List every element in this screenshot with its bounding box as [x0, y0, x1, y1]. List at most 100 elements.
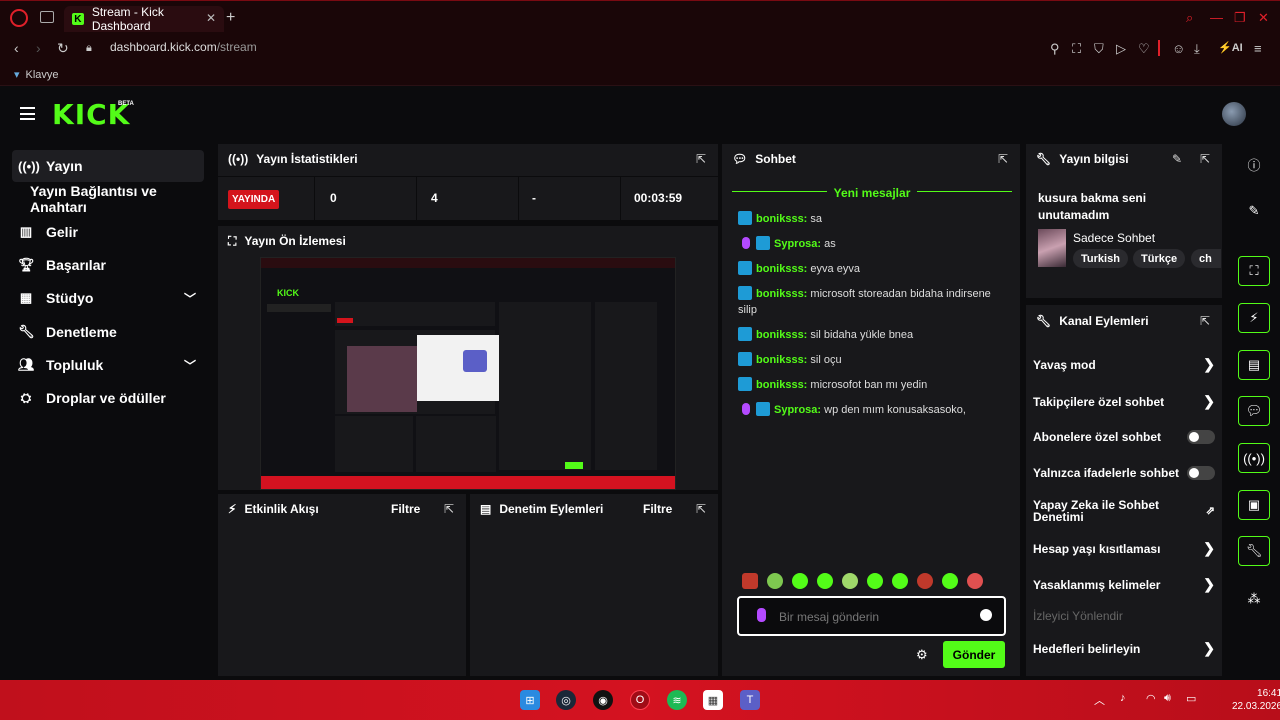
sidebar-item-denetleme[interactable]: 🔧︎ Denetleme — [12, 316, 204, 348]
hamburger-menu-icon[interactable] — [20, 107, 35, 120]
tag-chip[interactable]: Turkish — [1073, 249, 1128, 268]
emote-icon[interactable] — [817, 573, 833, 589]
restore-icon[interactable]: ❐ — [1234, 10, 1246, 26]
volume-icon[interactable]: 🔊︎ — [1164, 692, 1171, 705]
sidebar-item-droplar[interactable]: ⛭ Droplar ve ödüller — [12, 382, 204, 414]
chat-message-input[interactable] — [779, 608, 969, 626]
vpn-shield-icon[interactable]: ⛉ — [1094, 41, 1104, 57]
download-icon[interactable]: ⤓ — [1194, 41, 1200, 57]
emote-only-toggle[interactable] — [1187, 466, 1215, 480]
tag-chip[interactable]: Türkçe — [1133, 249, 1186, 268]
emote-icon[interactable] — [867, 573, 883, 589]
account-age-action[interactable]: Hesap yaşı kısıtlaması ❯ — [1033, 540, 1215, 557]
aria-ai-icon[interactable]: ⚡AI — [1218, 41, 1243, 54]
bolt-icon[interactable]: ⚡︎ — [1238, 303, 1270, 333]
chat-input-box[interactable] — [737, 596, 1006, 636]
popout-icon[interactable]: ⇱ — [444, 502, 454, 516]
broadcast-icon[interactable]: ((•)) — [1238, 443, 1270, 473]
ai-moderation-action[interactable]: Yapay Zeka ile Sohbet Denetimi ⇗ — [1033, 499, 1215, 523]
chat-message[interactable]: boniksss: sa — [738, 211, 1008, 227]
chat-message[interactable]: Syprosa: wp den mım konusaksasoko, — [738, 402, 1008, 418]
popout-icon[interactable]: ⇱ — [998, 152, 1008, 166]
chat-settings-gear-icon[interactable]: ⚙ — [916, 647, 928, 663]
stats-icon[interactable]: ▣ — [1238, 490, 1270, 520]
pin-icon[interactable]: ⚲ — [1050, 41, 1060, 57]
url-field[interactable]: dashboard.kick.com/stream — [110, 40, 257, 54]
taskbar-clock[interactable]: 16:41 22.03.2026 — [1232, 687, 1280, 713]
emote-icon[interactable] — [842, 573, 858, 589]
opera-menu-icon[interactable] — [10, 9, 28, 27]
subscribers-only-toggle[interactable] — [1187, 430, 1215, 444]
tag-chip[interactable]: ch — [1191, 249, 1221, 268]
category-name[interactable]: Sadece Sohbet — [1073, 231, 1155, 245]
emote-icon[interactable] — [917, 573, 933, 589]
tray-mic-icon[interactable]: ♪ — [1120, 692, 1126, 704]
chat-message[interactable]: boniksss: microsofot ban mı yedin — [738, 377, 1008, 393]
emoji-icon[interactable] — [980, 609, 992, 621]
popout-icon[interactable]: ⇱ — [696, 502, 706, 516]
add-widget-icon[interactable]: ⁂ — [1238, 584, 1270, 614]
stream-preview-video[interactable]: KICK — [260, 257, 676, 490]
emote-icon[interactable] — [967, 573, 983, 589]
store-icon[interactable]: ▦ — [703, 690, 723, 710]
avatar[interactable] — [1222, 102, 1246, 126]
mic-icon[interactable] — [757, 608, 766, 622]
sidebar-item-yayin[interactable]: ((•)) Yayın — [12, 150, 204, 182]
popout-icon[interactable]: ⇱ — [696, 152, 706, 166]
info-icon[interactable]: ⓘ — [1238, 149, 1270, 179]
sidebar-item-basarilar[interactable]: 🏆︎ Başarılar — [12, 249, 204, 281]
battery-icon[interactable]: ▭ — [1186, 692, 1196, 705]
chat-message[interactable]: boniksss: sil bidaha yükle bnea — [738, 327, 1008, 343]
document-icon[interactable]: ▤ — [1238, 350, 1270, 380]
bookmark-klavye[interactable]: ▾ Klavye — [14, 68, 59, 82]
steam-icon[interactable]: ◎ — [556, 690, 576, 710]
obs-icon[interactable]: ◉ — [593, 690, 613, 710]
lock-icon[interactable]: 🔒︎ — [86, 42, 92, 55]
close-window-icon[interactable]: ✕ — [1258, 10, 1269, 26]
wifi-icon[interactable]: ◠ — [1146, 692, 1156, 705]
followers-only-action[interactable]: Takipçilere özel sohbet ❯ — [1033, 393, 1215, 410]
sidebar-item-gelir[interactable]: ▥ Gelir — [12, 216, 204, 248]
snapshot-icon[interactable]: ⛶ — [1072, 41, 1081, 57]
close-tab-icon[interactable]: ✕ — [206, 11, 216, 25]
new-tab-icon[interactable]: + — [226, 9, 235, 27]
browser-tab[interactable]: K Stream - Kick Dashboard ✕ — [64, 5, 224, 33]
popout-icon[interactable]: ⇱ — [1200, 314, 1210, 328]
chat-message[interactable]: Syprosa: as — [738, 236, 1008, 252]
tray-chevron-up-icon[interactable]: ︿ — [1094, 692, 1105, 708]
emote-icon[interactable] — [942, 573, 958, 589]
chat-message[interactable]: boniksss: eyva eyva — [738, 261, 1008, 277]
activity-filter-button[interactable]: Filtre — [391, 502, 420, 516]
sidebar-item-studyo[interactable]: ▦ Stüdyo ﹀ — [12, 282, 204, 314]
chat-message[interactable]: boniksss: sil oçu — [738, 352, 1008, 368]
search-tabs-icon[interactable]: ⌕ — [1186, 10, 1193, 26]
slow-mode-action[interactable]: Yavaş mod ❯ — [1033, 356, 1215, 373]
player-icon[interactable]: ▷ — [1116, 41, 1126, 57]
mod-filter-button[interactable]: Filtre — [643, 502, 672, 516]
start-icon[interactable]: ⊞ — [520, 690, 540, 710]
wrench-icon[interactable]: 🔧︎ — [1238, 536, 1270, 566]
minimize-icon[interactable]: — — [1210, 10, 1223, 25]
opera-icon[interactable]: O — [630, 690, 650, 710]
banned-words-action[interactable]: Yasaklanmış kelimeler ❯ — [1033, 576, 1215, 593]
chat-bubble-icon[interactable]: 💬︎ — [1238, 396, 1270, 426]
tab-overview-icon[interactable] — [40, 11, 54, 23]
emote-icon[interactable] — [767, 573, 783, 589]
emote-icon[interactable] — [742, 573, 758, 589]
emote-icon[interactable] — [892, 573, 908, 589]
sidebar-item-topluluk[interactable]: 👥︎ Topluluk ﹀ — [12, 349, 204, 381]
back-icon[interactable]: ‹ — [14, 40, 19, 56]
reload-icon[interactable]: ↻ — [57, 40, 69, 57]
heart-icon[interactable]: ♡ — [1138, 41, 1150, 57]
teams-icon[interactable]: T — [740, 690, 760, 710]
profile-icon[interactable]: ☺ — [1172, 41, 1185, 56]
preview-toggle-icon[interactable]: ⛶ — [1238, 256, 1270, 286]
forward-icon[interactable]: › — [36, 40, 41, 56]
emote-icon[interactable] — [792, 573, 808, 589]
spotify-icon[interactable]: ≋ — [667, 690, 687, 710]
edit-pencil-icon[interactable]: ✎ — [1238, 196, 1270, 226]
menu-icon[interactable]: ≡ — [1254, 41, 1262, 56]
edit-pencil-icon[interactable]: ✎ — [1172, 152, 1182, 166]
popout-icon[interactable]: ⇱ — [1200, 152, 1210, 166]
send-button[interactable]: Gönder — [943, 641, 1005, 668]
